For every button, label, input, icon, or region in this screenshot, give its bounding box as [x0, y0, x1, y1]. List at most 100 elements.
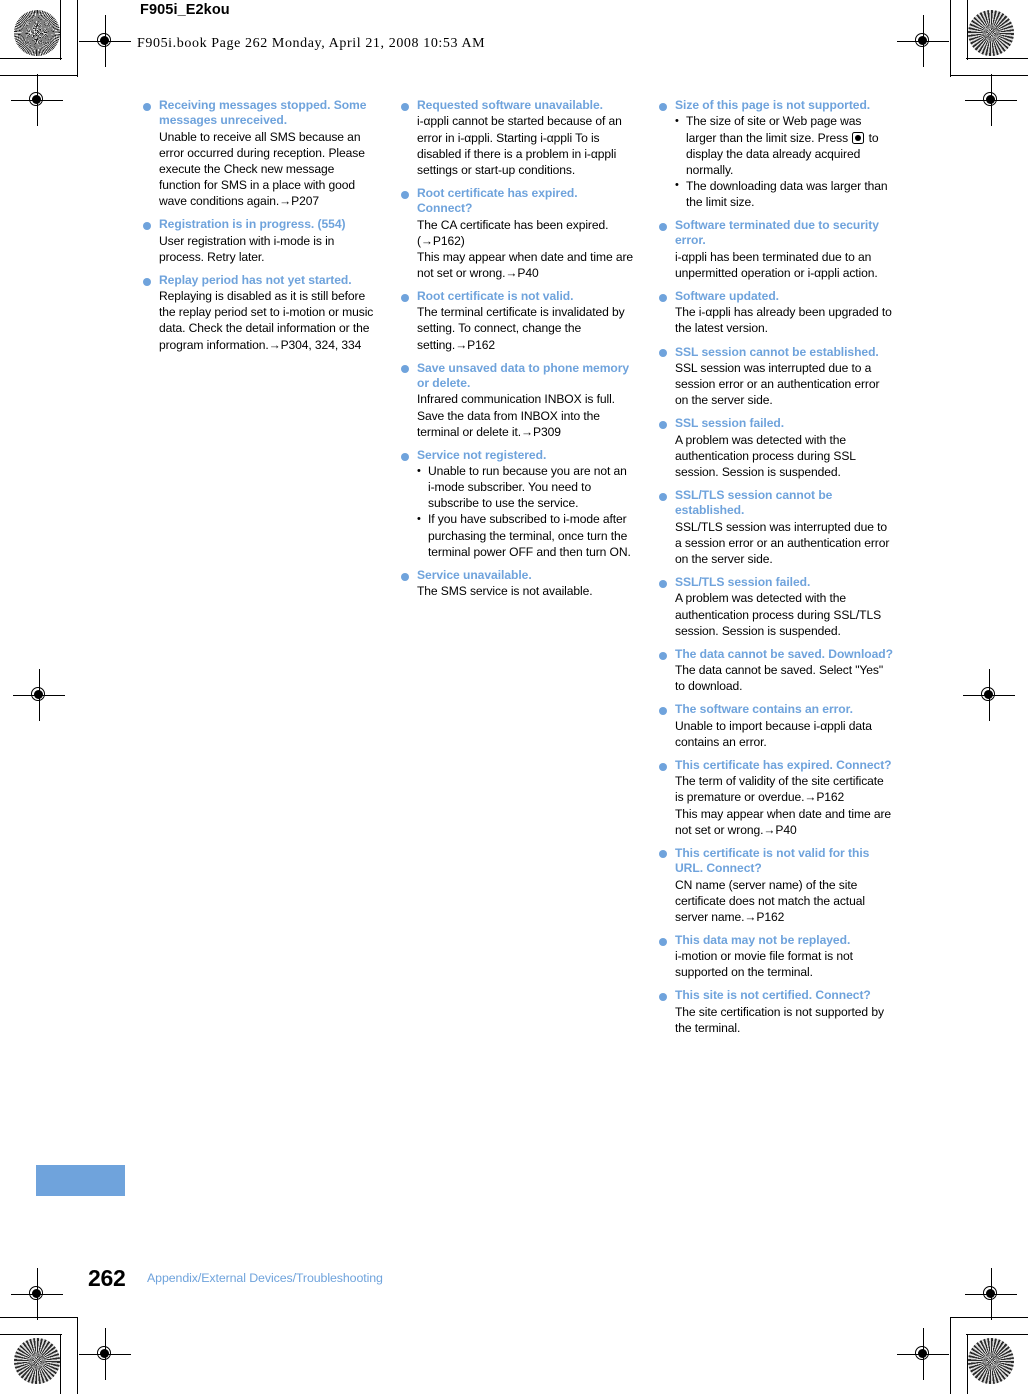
error-message-title: Service unavailable. [401, 568, 635, 583]
error-message-description: i-αppli cannot be started because of an … [401, 113, 635, 177]
error-message-title-text: Registration is in progress. (554) [159, 217, 346, 232]
error-message-entry: The data cannot be saved. Download? The d… [659, 647, 893, 695]
page-number: 262 [88, 1265, 126, 1291]
bullet-icon [659, 579, 667, 588]
error-message-entry: SSL session cannot be established. SSL se… [659, 345, 893, 409]
registration-mark-bottom-left [11, 1268, 63, 1320]
error-message-title-text: Receiving messages stopped. Some message… [159, 98, 367, 128]
error-message-entry: Save unsaved data to phone memory or del… [401, 361, 635, 440]
registration-mark-right-middle [963, 669, 1015, 721]
error-message-title-text: Service not registered. [417, 447, 547, 462]
error-message-title: SSL session failed. [659, 416, 893, 431]
trim-mark-top-right-h [966, 58, 1028, 60]
error-message-entry: Registration is in progress. (554) User r… [143, 217, 377, 265]
description-paragraph: The terminal certificate is invalidated … [417, 305, 625, 352]
error-message-description: The data cannot be saved. Select "Yes" t… [659, 662, 893, 694]
error-message-title: SSL session cannot be established. [659, 345, 893, 360]
bullet-icon [401, 452, 409, 461]
registration-mark-top-right-outer [897, 15, 949, 67]
error-message-title-text: Root certificate is not valid. [417, 288, 574, 303]
error-message-title: SSL/TLS session failed. [659, 575, 893, 590]
error-message-title-text: This certificate has expired. Connect? [675, 757, 892, 772]
error-message-title-text: The software contains an error. [675, 702, 853, 717]
error-message-description: Replaying is disabled as it is still bef… [143, 288, 377, 352]
bullet-icon [143, 102, 151, 111]
bullet-icon [659, 707, 667, 716]
error-message-title: Software updated. [659, 289, 893, 304]
description-paragraph: SSL session was interrupted due to a ses… [675, 360, 880, 408]
description-paragraph: i-αppli cannot be started because of an … [417, 114, 622, 177]
error-message-title-text: The data cannot be saved. Download? [675, 646, 893, 661]
bullet-icon [659, 993, 667, 1002]
error-message-title: The data cannot be saved. Download? [659, 647, 893, 662]
error-message-description: Infrared communication INBOX is full. Sa… [401, 391, 635, 439]
description-paragraph: User registration with i-mode is in proc… [159, 233, 335, 264]
error-message-entry: Software terminated due to security erro… [659, 218, 893, 281]
bullet-icon [659, 293, 667, 302]
description-paragraph: Replaying is disabled as it is still bef… [159, 289, 374, 352]
description-paragraph: This may appear when date and time are n… [417, 249, 634, 280]
error-message-entry: Receiving messages stopped. Some message… [143, 98, 377, 209]
footer-section-title: Appendix/External Devices/Troubleshootin… [147, 1271, 383, 1285]
starburst-target-top-left [14, 10, 60, 56]
bullet-icon [659, 850, 667, 859]
error-message-title: This certificate is not valid for this U… [659, 846, 893, 877]
error-message-entry: Root certificate is not valid. The termin… [401, 289, 635, 353]
error-message-description: SSL session was interrupted due to a ses… [659, 360, 893, 408]
error-message-title: Service not registered. [401, 448, 635, 463]
error-message-title: Receiving messages stopped. Some message… [143, 98, 377, 129]
description-bullet-item: The downloading data was larger than the… [675, 177, 893, 210]
registration-mark-top-left [11, 74, 63, 126]
trim-mark-bottom-right-v [966, 1334, 968, 1394]
description-bullet-item: Unable to run because you are not an i-m… [417, 463, 635, 511]
description-paragraph: Unable to import because i-αppli data co… [675, 718, 872, 749]
trim-mark-top-left-h2 [0, 75, 78, 77]
bullet-icon [659, 349, 667, 358]
trim-mark-bottom-right-v2 [949, 1317, 951, 1394]
error-message-description: The CA certificate has been expired. (→P… [401, 217, 635, 281]
error-message-title: Size of this page is not supported. [659, 98, 893, 113]
error-message-description: User registration with i-mode is in proc… [143, 233, 377, 265]
trim-mark-bottom-left-v [60, 1334, 62, 1394]
center-key-icon [852, 131, 865, 144]
error-message-entry: SSL/TLS session failed. A problem was det… [659, 575, 893, 639]
description-paragraph: SSL/TLS session was interrupted due to a… [675, 519, 890, 566]
trim-mark-top-left-h [0, 58, 62, 60]
trim-mark-bottom-left-v2 [77, 1317, 79, 1394]
error-message-title: Replay period has not yet started. [143, 273, 377, 288]
bullet-icon [401, 102, 409, 111]
description-paragraph: The data cannot be saved. Select "Yes" t… [675, 663, 884, 694]
message-column: Receiving messages stopped. Some message… [143, 98, 377, 1044]
bullet-icon [401, 365, 409, 374]
error-message-description: The term of validity of the site certifi… [659, 773, 893, 837]
error-message-title-text: This site is not certified. Connect? [675, 988, 871, 1003]
starburst-target-bottom-right [968, 1338, 1014, 1384]
error-message-description: Unable to receive all SMS because an err… [143, 129, 377, 209]
registration-mark-bottom-right [965, 1268, 1017, 1320]
description-bullet-list: The size of site or Web page was larger … [659, 113, 893, 210]
error-message-title: This data may not be replayed. [659, 933, 893, 948]
error-message-entry: Requested software unavailable. i-αppli c… [401, 98, 635, 178]
bullet-icon [401, 190, 409, 199]
starburst-target-bottom-left [14, 1338, 60, 1384]
bullet-icon [659, 492, 667, 501]
description-paragraph: The SMS service is not available. [417, 584, 593, 599]
error-message-title: Registration is in progress. (554) [143, 217, 377, 232]
bullet-icon [659, 102, 667, 111]
registration-mark-top-right [965, 74, 1017, 126]
bullet-icon [659, 222, 667, 231]
error-message-entry: SSL session failed. A problem was detecte… [659, 416, 893, 480]
error-message-title: Root certificate has expired. Connect? [401, 186, 635, 217]
trim-mark-top-right-h2 [950, 75, 1028, 77]
error-message-entry: SSL/TLS session cannot be established. SS… [659, 488, 893, 567]
trim-mark-bottom-left-h [0, 1334, 62, 1336]
error-message-entry: The software contains an error. Unable to… [659, 702, 893, 750]
error-message-title: Software terminated due to security erro… [659, 218, 893, 249]
trim-mark-top-left-v2 [77, 0, 79, 77]
error-message-description: Unable to import because i-αppli data co… [659, 718, 893, 750]
error-message-entry: This certificate has expired. Connect? Th… [659, 758, 893, 838]
registration-mark-top-left-outer [79, 15, 131, 67]
bullet-icon [659, 762, 667, 771]
error-message-description: A problem was detected with the authenti… [659, 432, 893, 480]
description-paragraph: Infrared communication INBOX is full. Sa… [417, 392, 615, 439]
